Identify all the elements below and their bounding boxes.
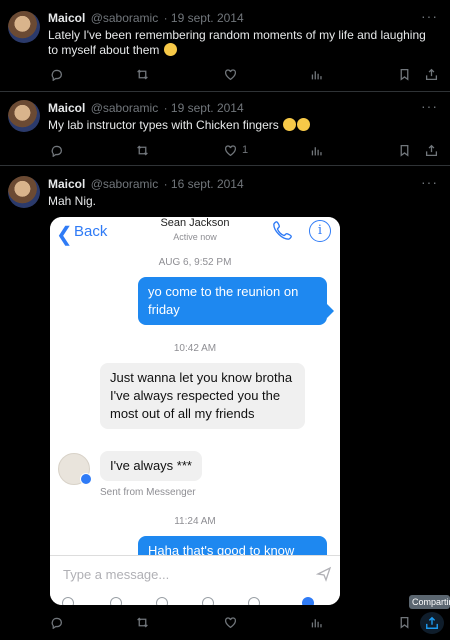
share-button[interactable] <box>420 612 444 634</box>
tweet-date[interactable]: · 19 sept. 2014 <box>164 11 244 25</box>
bookmark-button[interactable] <box>398 142 411 158</box>
author-handle[interactable]: @saboramic <box>91 177 159 191</box>
author-name[interactable]: Maicol <box>48 101 85 115</box>
outgoing-message: yo come to the reunion on friday <box>138 277 327 325</box>
bookmark-icon <box>400 68 409 81</box>
contact-name: Sean Jackson <box>160 217 230 229</box>
composer-icon <box>302 597 314 605</box>
heart-icon <box>224 616 237 628</box>
reply-button[interactable] <box>50 614 63 630</box>
reply-button[interactable] <box>50 66 63 82</box>
composer-icon <box>248 597 260 605</box>
tweet-date[interactable]: · 19 sept. 2014 <box>164 101 244 115</box>
tweet-header: Maicol @saboramic · 19 sept. 2014 <box>48 101 244 115</box>
tweet-actions: 1 <box>48 142 440 158</box>
composer-icon <box>110 597 122 605</box>
composer-icon <box>62 597 74 605</box>
analytics-icon <box>311 70 322 79</box>
retweet-button[interactable] <box>136 142 149 158</box>
composer-toolbar <box>50 597 340 605</box>
messenger-badge-icon <box>80 473 92 485</box>
message-timestamp: 11:24 AM <box>174 516 216 527</box>
analytics-icon <box>311 618 322 627</box>
avatar[interactable] <box>8 176 40 208</box>
retweet-button[interactable] <box>136 614 149 630</box>
phone-icon <box>273 221 292 240</box>
bookmark-button[interactable] <box>398 614 411 630</box>
bookmark-button[interactable] <box>398 66 411 82</box>
author-name[interactable]: Maicol <box>48 177 85 191</box>
attached-screenshot[interactable]: ❮ Back Sean Jackson Active now i AUG 6, … <box>50 217 340 605</box>
more-options-icon[interactable]: ··· <box>421 174 438 190</box>
author-handle[interactable]: @saboramic <box>91 101 159 115</box>
message-timestamp: AUG 6, 9:52 PM <box>158 257 232 268</box>
share-icon <box>426 616 438 629</box>
reply-button[interactable] <box>50 142 63 158</box>
tweet-date[interactable]: · 16 sept. 2014 <box>164 177 244 191</box>
tweet-header: Maicol @saboramic · 19 sept. 2014 <box>48 11 244 25</box>
tweet-text: Lately I've been remembering random mome… <box>48 28 434 58</box>
tweet-actions <box>48 614 440 630</box>
like-button[interactable] <box>224 66 237 82</box>
author-handle[interactable]: @saboramic <box>91 11 159 25</box>
sent-from-label: Sent from Messenger <box>100 487 196 498</box>
heart-icon <box>224 144 237 156</box>
retweet-icon <box>137 69 148 79</box>
views-button[interactable] <box>310 66 323 82</box>
share-button[interactable] <box>425 66 438 82</box>
message-composer: Type a message... <box>50 555 340 605</box>
like-button[interactable]: 1 <box>224 142 248 158</box>
messenger-header: ❮ Back Sean Jackson Active now i <box>50 217 340 253</box>
message-timestamp: 10:42 AM <box>173 343 217 354</box>
send-icon <box>316 566 332 582</box>
avatar[interactable] <box>8 11 40 43</box>
like-count: 1 <box>242 144 249 156</box>
tweet[interactable]: Maicol @saboramic · 19 sept. 2014 ··· My… <box>0 92 450 166</box>
laughing-emoji-icon <box>297 118 311 131</box>
share-icon <box>425 68 438 80</box>
bookmark-icon <box>400 144 409 157</box>
avatar[interactable] <box>8 100 40 132</box>
laughing-emoji-icon <box>283 118 297 131</box>
contact-status: Active now <box>173 232 217 242</box>
views-button[interactable] <box>310 142 323 158</box>
tweet-actions <box>48 66 440 82</box>
tweet-header: Maicol @saboramic · 16 sept. 2014 <box>48 177 244 191</box>
tweet-text: My lab instructor types with Chicken fin… <box>48 118 434 133</box>
tweet-text-content: My lab instructor types with Chicken fin… <box>48 118 279 132</box>
incoming-message: I've always *** <box>100 451 202 481</box>
tweet[interactable]: Maicol @saboramic · 19 sept. 2014 ··· La… <box>0 0 450 92</box>
tweet-text-content: Lately I've been remembering random mome… <box>48 28 426 57</box>
info-icon: i <box>309 220 331 242</box>
incoming-message: Just wanna let you know brotha I've alwa… <box>100 363 305 429</box>
analytics-icon <box>311 146 322 155</box>
share-tooltip: Compartir <box>409 595 450 609</box>
composer-icon <box>156 597 168 605</box>
tweet-text: Mah Nig. <box>48 194 97 208</box>
reply-icon <box>51 69 63 81</box>
more-options-icon[interactable]: ··· <box>421 8 438 24</box>
retweet-button[interactable] <box>136 66 149 82</box>
retweet-icon <box>137 617 148 627</box>
views-button[interactable] <box>310 614 323 630</box>
author-name[interactable]: Maicol <box>48 11 85 25</box>
retweet-icon <box>137 145 148 155</box>
more-options-icon[interactable]: ··· <box>421 98 438 114</box>
reply-icon <box>51 145 63 157</box>
like-button[interactable] <box>224 614 237 630</box>
reply-icon <box>51 617 63 629</box>
bookmark-icon <box>400 616 409 629</box>
share-icon <box>425 144 438 156</box>
composer-placeholder: Type a message... <box>63 567 170 582</box>
composer-icon <box>202 597 214 605</box>
bubble-tail <box>327 304 334 318</box>
heart-icon <box>224 68 237 80</box>
share-button[interactable] <box>425 142 438 158</box>
grinning-sweat-emoji-icon <box>163 43 177 56</box>
